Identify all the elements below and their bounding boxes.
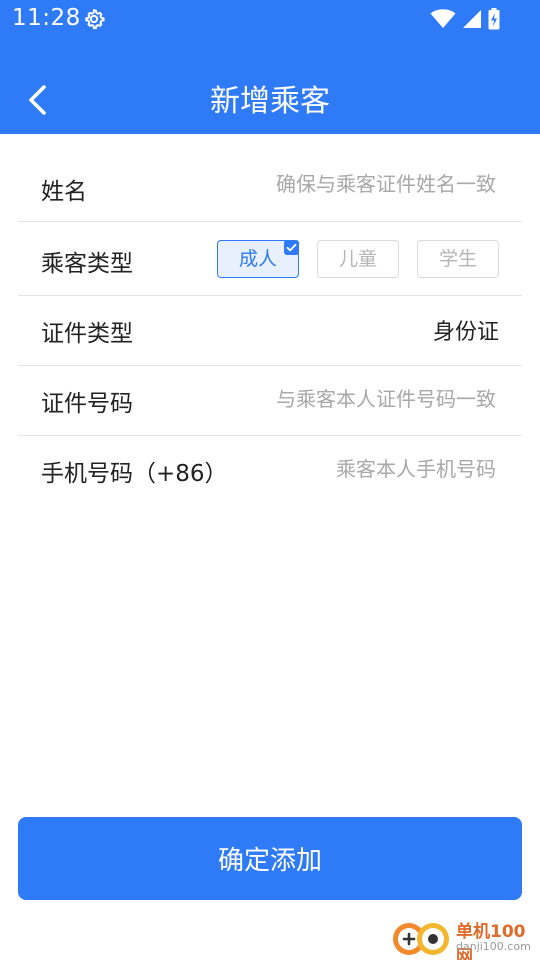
- id-number-label: 证件号码: [41, 391, 133, 417]
- signal-icon: [462, 9, 482, 29]
- wifi-icon: [430, 9, 456, 29]
- app-header: 11:28 新增乘客: [0, 0, 540, 134]
- page-title: 新增乘客: [210, 84, 330, 119]
- battery-charging-icon: [488, 8, 500, 30]
- phone-row: 手机号码（+86）: [18, 436, 522, 508]
- option-label: 儿童: [338, 248, 377, 270]
- phone-label: 手机号码（+86）: [41, 461, 228, 487]
- passenger-type-student-option[interactable]: 学生: [417, 240, 499, 278]
- watermark-logo-icon: [390, 918, 452, 958]
- confirm-add-button[interactable]: 确定添加: [18, 817, 522, 900]
- watermark-url: danji100.com: [456, 940, 531, 953]
- id-type-label: 证件类型: [41, 321, 133, 347]
- checkmark-icon: [284, 240, 299, 255]
- name-input[interactable]: [166, 172, 496, 196]
- option-label: 成人: [238, 248, 277, 270]
- passenger-form: 姓名 乘客类型 成人 儿童 学生 证件类型 身份证 证件号码 手机号码（+86）: [18, 152, 522, 508]
- phone-input[interactable]: [226, 457, 496, 481]
- name-label: 姓名: [41, 179, 87, 205]
- id-number-row: 证件号码: [18, 366, 522, 436]
- id-type-value[interactable]: 身份证: [433, 314, 499, 346]
- status-bar: 11:28: [0, 0, 540, 40]
- passenger-type-adult-option[interactable]: 成人: [217, 240, 299, 278]
- watermark-name: 单机100网: [456, 922, 526, 960]
- passenger-type-label: 乘客类型: [41, 251, 133, 277]
- passenger-type-row: 乘客类型 成人 儿童 学生: [18, 222, 522, 296]
- id-number-input[interactable]: [166, 387, 496, 411]
- name-row: 姓名: [18, 152, 522, 222]
- id-type-row[interactable]: 证件类型 身份证: [18, 296, 522, 366]
- passenger-type-child-option[interactable]: 儿童: [317, 240, 399, 278]
- status-time: 11:28: [12, 5, 81, 31]
- gear-icon: [83, 8, 105, 30]
- watermark: 单机100网 danji100.com: [390, 914, 540, 960]
- option-label: 学生: [438, 248, 477, 270]
